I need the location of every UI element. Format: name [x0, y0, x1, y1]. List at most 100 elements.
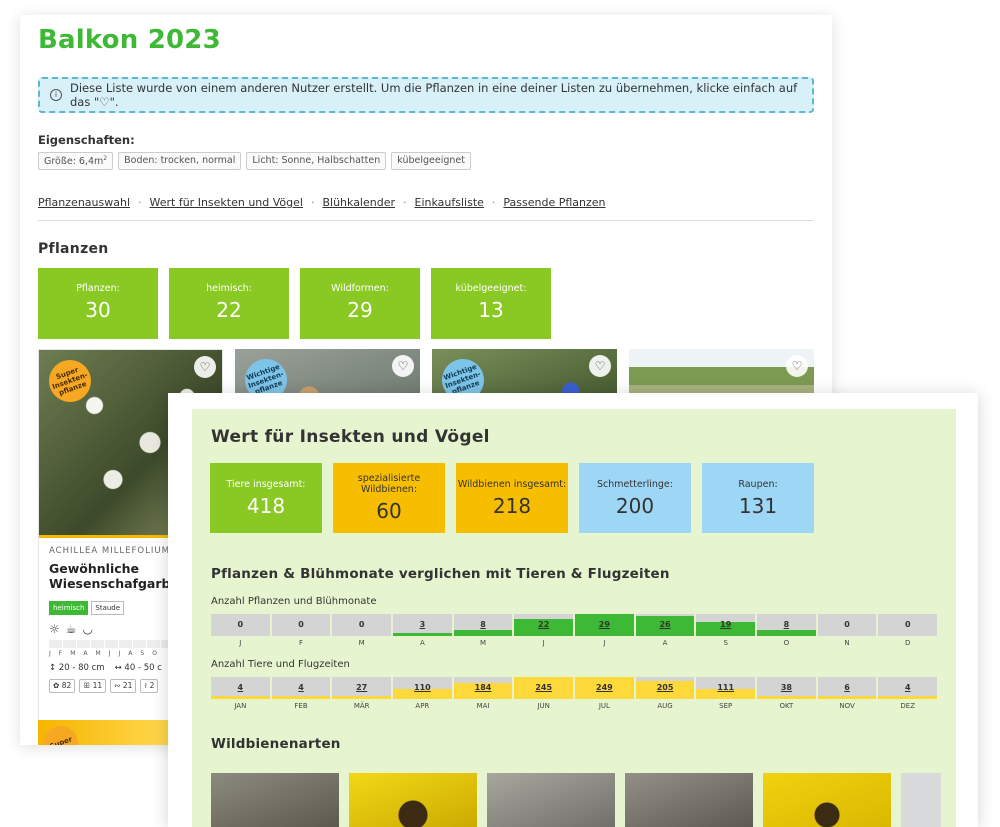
plants-month-label: M — [358, 639, 365, 647]
bee-image[interactable] — [211, 773, 339, 827]
plants-value: 29 — [598, 620, 610, 629]
plants-cell[interactable]: 29 — [575, 614, 634, 636]
height-arrow-icon: ↕ — [49, 663, 57, 673]
nav-link-matching-plants[interactable]: Passende Pflanzen — [503, 196, 605, 209]
value-panel: Wert für Insekten und Vögel Tiere insges… — [192, 409, 956, 827]
plants-value: 0 — [904, 620, 911, 629]
plants-fill — [453, 629, 513, 636]
plants-month-label: M — [480, 639, 487, 647]
plants-month-label: A — [419, 639, 425, 647]
animals-value: 111 — [717, 683, 735, 692]
animals-value: 4 — [298, 683, 304, 692]
count-bees: ✿ 82 — [49, 679, 76, 693]
tag-native: heimisch — [49, 601, 89, 615]
bee-image[interactable] — [487, 773, 615, 827]
plants-value: 8 — [783, 620, 790, 629]
animals-month-label: JAN — [234, 702, 247, 710]
animal-stats: Tiere insgesamt: 418 spezialisierte Wildb… — [210, 463, 814, 533]
plants-value: 22 — [538, 620, 550, 629]
plants-month-label: J — [603, 639, 606, 647]
compare-title: Pflanzen & Blühmonate verglichen mit Tie… — [211, 566, 670, 582]
plants-cell[interactable]: 22 — [514, 614, 574, 636]
plants-month-label: N — [844, 639, 850, 647]
plants-bloom-calendar: 0 0 0 3 8 22 29 26 19 8 0 0 — [211, 614, 938, 636]
watering-can-icon: ☕ — [65, 622, 77, 636]
animals-value: 38 — [780, 683, 792, 692]
plants-cell[interactable]: 3 — [393, 614, 452, 636]
plants-cell[interactable]: 0 — [332, 614, 392, 636]
animals-cell[interactable]: 38 — [757, 677, 816, 699]
animals-fill — [271, 695, 331, 699]
animals-fill — [211, 695, 270, 699]
plants-value: 0 — [844, 620, 850, 629]
page-title: Balkon 2023 — [38, 25, 221, 55]
plants-section-title: Pflanzen — [38, 241, 109, 257]
plant-card[interactable]: Super — [38, 720, 168, 745]
value-page-card: Wert für Insekten und Vögel Tiere insges… — [168, 393, 978, 827]
favorite-heart-icon[interactable]: ♡ — [786, 355, 808, 377]
chip-size: Größe: 6,4m2 — [38, 152, 114, 171]
stat-animals-total: Tiere insgesamt: 418 — [210, 463, 322, 533]
chip-container: kübelgeeignet — [391, 152, 471, 171]
plants-month-label: S — [723, 639, 728, 647]
nav-link-bloom-calendar[interactable]: Blühkalender — [322, 196, 395, 209]
favorite-heart-icon[interactable]: ♡ — [392, 355, 414, 377]
nav-link-shopping-list[interactable]: Einkaufsliste — [415, 196, 484, 209]
animals-cell[interactable]: 27 — [332, 677, 392, 699]
value-title: Wert für Insekten und Vögel — [211, 427, 490, 447]
plants-fill — [393, 632, 452, 636]
stat-native: heimisch: 22 — [169, 268, 289, 339]
animals-cell[interactable]: 205 — [635, 677, 695, 699]
animals-row-label: Anzahl Tiere und Flugzeiten — [211, 659, 350, 670]
animals-value: 205 — [656, 683, 674, 692]
plants-cell[interactable]: 0 — [878, 614, 938, 636]
plants-cell[interactable]: 0 — [817, 614, 877, 636]
bee-image[interactable] — [763, 773, 891, 827]
plants-value: 26 — [659, 620, 671, 629]
favorite-heart-icon[interactable]: ♡ — [589, 355, 611, 377]
animals-value: 4 — [237, 683, 244, 692]
nav-link-plant-selection[interactable]: Pflanzenauswahl — [38, 196, 130, 209]
plants-cell[interactable]: 8 — [757, 614, 816, 636]
animals-value: 184 — [474, 683, 492, 692]
animals-value: 4 — [904, 683, 911, 692]
animals-cell[interactable]: 4 — [271, 677, 331, 699]
badge-super: Super — [39, 721, 83, 745]
wild-bee-gallery — [211, 773, 941, 827]
favorite-heart-icon[interactable]: ♡ — [194, 356, 216, 378]
stat-specialized-bees: spezialisierte Wildbienen: 60 — [333, 463, 445, 533]
animals-cell[interactable]: 245 — [514, 677, 574, 699]
chip-light: Licht: Sonne, Halbschatten — [246, 152, 387, 171]
plants-cell[interactable]: 0 — [271, 614, 331, 636]
animals-month-label: MÄR — [353, 702, 370, 710]
animals-cell[interactable]: 184 — [453, 677, 513, 699]
animals-month-label: OKT — [779, 702, 794, 710]
plants-value: 19 — [720, 620, 732, 629]
plants-month-label: O — [783, 639, 790, 647]
animals-fill — [817, 695, 877, 699]
plants-cell[interactable]: 19 — [696, 614, 756, 636]
plant-height: ↕ 20 - 80 cm — [49, 663, 105, 673]
plants-cell[interactable]: 26 — [635, 614, 695, 636]
animals-cell[interactable]: 4 — [211, 677, 270, 699]
animals-cell[interactable]: 6 — [817, 677, 877, 699]
width-arrow-icon: ↔ — [114, 663, 122, 673]
animals-cell[interactable]: 111 — [696, 677, 756, 699]
info-notice: i Diese Liste wurde von einem anderen Nu… — [38, 77, 814, 113]
plant-width: ↔ 40 - 50 c — [114, 663, 162, 673]
plants-value: 8 — [480, 620, 486, 629]
bee-image[interactable] — [625, 773, 753, 827]
bee-icon: ✿ — [53, 681, 60, 690]
info-icon: i — [50, 89, 62, 101]
bee-image[interactable] — [901, 773, 941, 827]
plants-cell[interactable]: 8 — [453, 614, 513, 636]
animals-cell[interactable]: 110 — [393, 677, 452, 699]
plants-cell[interactable]: 0 — [211, 614, 270, 636]
animals-month-label: MAI — [476, 702, 490, 710]
bee-image[interactable] — [349, 773, 477, 827]
plants-value: 0 — [358, 620, 365, 629]
nav-link-value[interactable]: Wert für Insekten und Vögel — [150, 196, 303, 209]
stat-caterpillars: Raupen: 131 — [702, 463, 814, 533]
animals-cell[interactable]: 4 — [878, 677, 938, 699]
animals-cell[interactable]: 249 — [575, 677, 634, 699]
